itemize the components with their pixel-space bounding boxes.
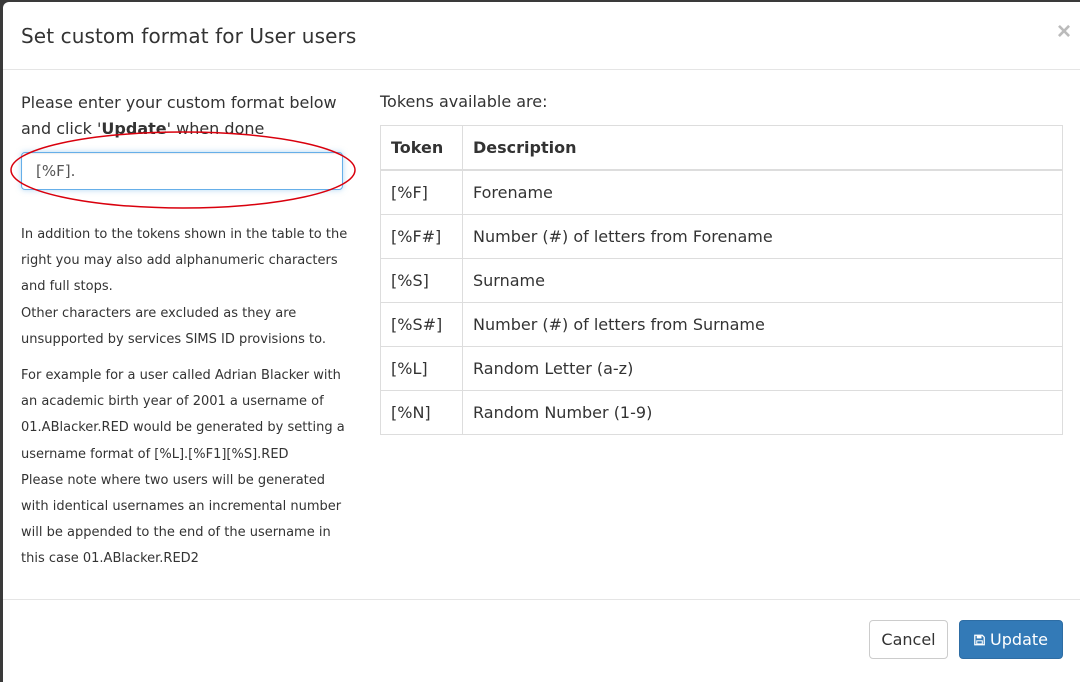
cancel-button[interactable]: Cancel <box>869 620 948 659</box>
update-button[interactable]: Update <box>959 620 1063 659</box>
description-cell: Forename <box>462 169 1063 215</box>
description-cell: Random Number (1-9) <box>462 390 1063 435</box>
table-row: [%S#] Number (#) of letters from Surname <box>380 302 1063 347</box>
token-cell: [%L] <box>380 346 463 391</box>
modal-footer: Cancel Update <box>3 599 1080 680</box>
intro-bold-update: Update <box>101 119 167 138</box>
token-cell: [%F] <box>380 169 463 215</box>
description-cell: Random Letter (a-z) <box>462 346 1063 391</box>
description-cell: Number (#) of letters from Surname <box>462 302 1063 347</box>
table-row: [%N] Random Number (1-9) <box>380 390 1063 435</box>
tokens-heading: Tokens available are: <box>380 92 548 111</box>
format-entry-panel: Please enter your custom format below an… <box>10 90 356 566</box>
token-cell: [%S] <box>380 258 463 303</box>
help-paragraph: Please note where two users will be gene… <box>21 472 342 567</box>
token-cell: [%N] <box>380 390 463 435</box>
format-help-text: In addition to the tokens shown in the t… <box>21 222 351 573</box>
tokens-table: Token Description [%F] Forename [%F#] Nu… <box>380 125 1063 435</box>
table-row: [%S] Surname <box>380 258 1063 303</box>
table-row: [%L] Random Letter (a-z) <box>380 346 1063 391</box>
column-header-description: Description <box>462 125 1063 171</box>
help-paragraph: In addition to the tokens shown in the t… <box>21 227 348 295</box>
table-row: [%F#] Number (#) of letters from Forenam… <box>380 214 1063 259</box>
modal-title: Set custom format for User users <box>21 24 357 48</box>
format-instructions: Please enter your custom format below an… <box>21 90 351 142</box>
table-row: [%F] Forename <box>380 169 1063 215</box>
description-cell: Surname <box>462 258 1063 303</box>
table-header-row: Token Description <box>380 125 1063 171</box>
token-cell: [%F#] <box>380 214 463 259</box>
column-header-token: Token <box>380 125 463 171</box>
modal-header: Set custom format for User users × <box>3 2 1080 70</box>
help-paragraph: Other characters are excluded as they ar… <box>21 305 326 347</box>
custom-format-modal: Set custom format for User users × Pleas… <box>3 2 1080 682</box>
description-cell: Number (#) of letters from Forename <box>462 214 1063 259</box>
custom-format-input[interactable] <box>21 152 343 190</box>
intro-text-suffix: ' when done <box>166 119 265 138</box>
update-button-label: Update <box>990 630 1048 649</box>
help-paragraph: For example for a user called Adrian Bla… <box>21 368 345 462</box>
floppy-disk-icon <box>974 634 985 645</box>
token-cell: [%S#] <box>380 302 463 347</box>
close-icon[interactable]: × <box>1057 20 1071 44</box>
tokens-panel: Tokens available are: Token Description … <box>380 90 1063 435</box>
cancel-button-label: Cancel <box>881 630 936 649</box>
